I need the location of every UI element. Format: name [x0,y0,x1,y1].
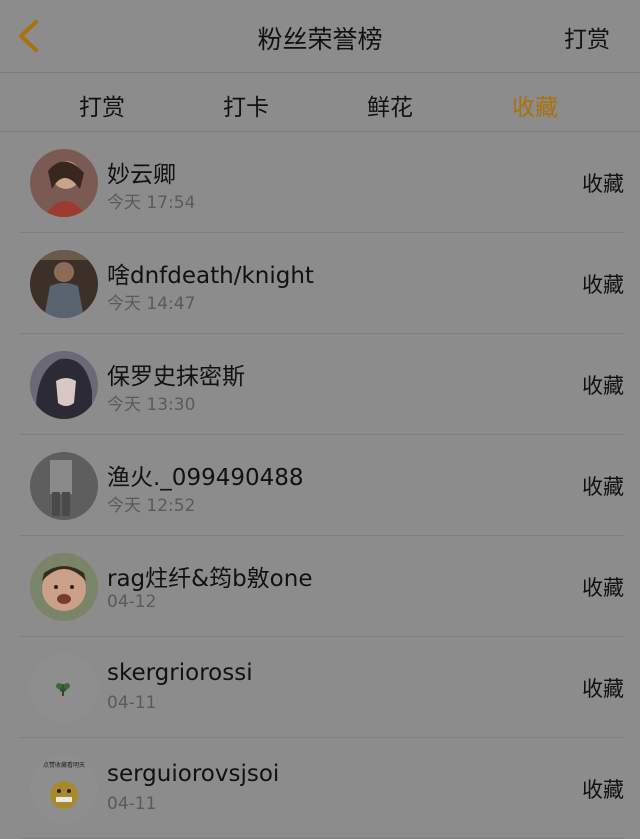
tab-flowers[interactable]: 鲜花 [367,88,413,122]
timestamp: 今天 14:47 [107,294,196,314]
timestamp: 今天 17:54 [107,193,196,213]
status-label: 收藏 [582,475,624,499]
timestamp: 04-12 [107,592,157,612]
page-title: 粉丝荣誉榜 [257,25,383,54]
tab-bar: 打赏 打卡 鲜花 收藏 [0,73,640,132]
avatar[interactable] [30,149,98,217]
user-name: serguiorovsjsoi [107,761,280,787]
tab-checkin[interactable]: 打卡 [223,88,269,122]
avatar[interactable] [30,452,98,520]
user-name: skergriorossi [107,660,253,686]
user-name: 啥dnfdeath/knight [107,263,314,289]
reward-button[interactable]: 打赏 [564,20,610,54]
user-name: 妙云卿 [107,162,176,188]
avatar[interactable] [30,553,98,621]
tab-favorites[interactable]: 收藏 [512,88,558,122]
status-label: 收藏 [582,677,624,701]
status-label: 收藏 [582,576,624,600]
avatar[interactable] [30,351,98,419]
list-item[interactable]: 啥dnfdeath/knight 今天 14:47 收藏 [20,233,624,334]
list-item[interactable]: rag炷纤&筠b敫one 04-12 收藏 [20,536,624,637]
user-name: rag炷纤&筠b敫one [107,566,313,592]
timestamp: 今天 13:30 [107,395,196,415]
tab-reward[interactable]: 打赏 [79,88,125,122]
status-label: 收藏 [582,273,624,297]
user-name: 渔火._099490488 [107,465,304,491]
list-item[interactable]: 妙云卿 今天 17:54 收藏 [20,132,624,233]
fan-list: 妙云卿 今天 17:54 收藏 啥dnfdeath/knight 今天 14:4… [0,132,640,839]
avatar-caption: 点赞收藏看明天 [43,761,85,769]
list-item[interactable]: 点赞收藏看明天 serguiorovsjsoi 04-11 收藏 [20,738,624,839]
status-label: 收藏 [582,778,624,802]
list-item[interactable]: skergriorossi 04-11 收藏 [20,637,624,738]
timestamp: 04-11 [107,693,157,713]
avatar[interactable]: 点赞收藏看明天 [30,755,98,823]
top-bar: 粉丝荣誉榜 打赏 [0,0,640,73]
list-item[interactable]: 渔火._099490488 今天 12:52 收藏 [20,435,624,536]
avatar[interactable] [30,250,98,318]
timestamp: 04-11 [107,794,157,814]
timestamp: 今天 12:52 [107,496,196,516]
avatar[interactable] [30,654,98,722]
status-label: 收藏 [582,172,624,196]
status-label: 收藏 [582,374,624,398]
user-name: 保罗史抹密斯 [107,364,245,390]
list-item[interactable]: 保罗史抹密斯 今天 13:30 收藏 [20,334,624,435]
